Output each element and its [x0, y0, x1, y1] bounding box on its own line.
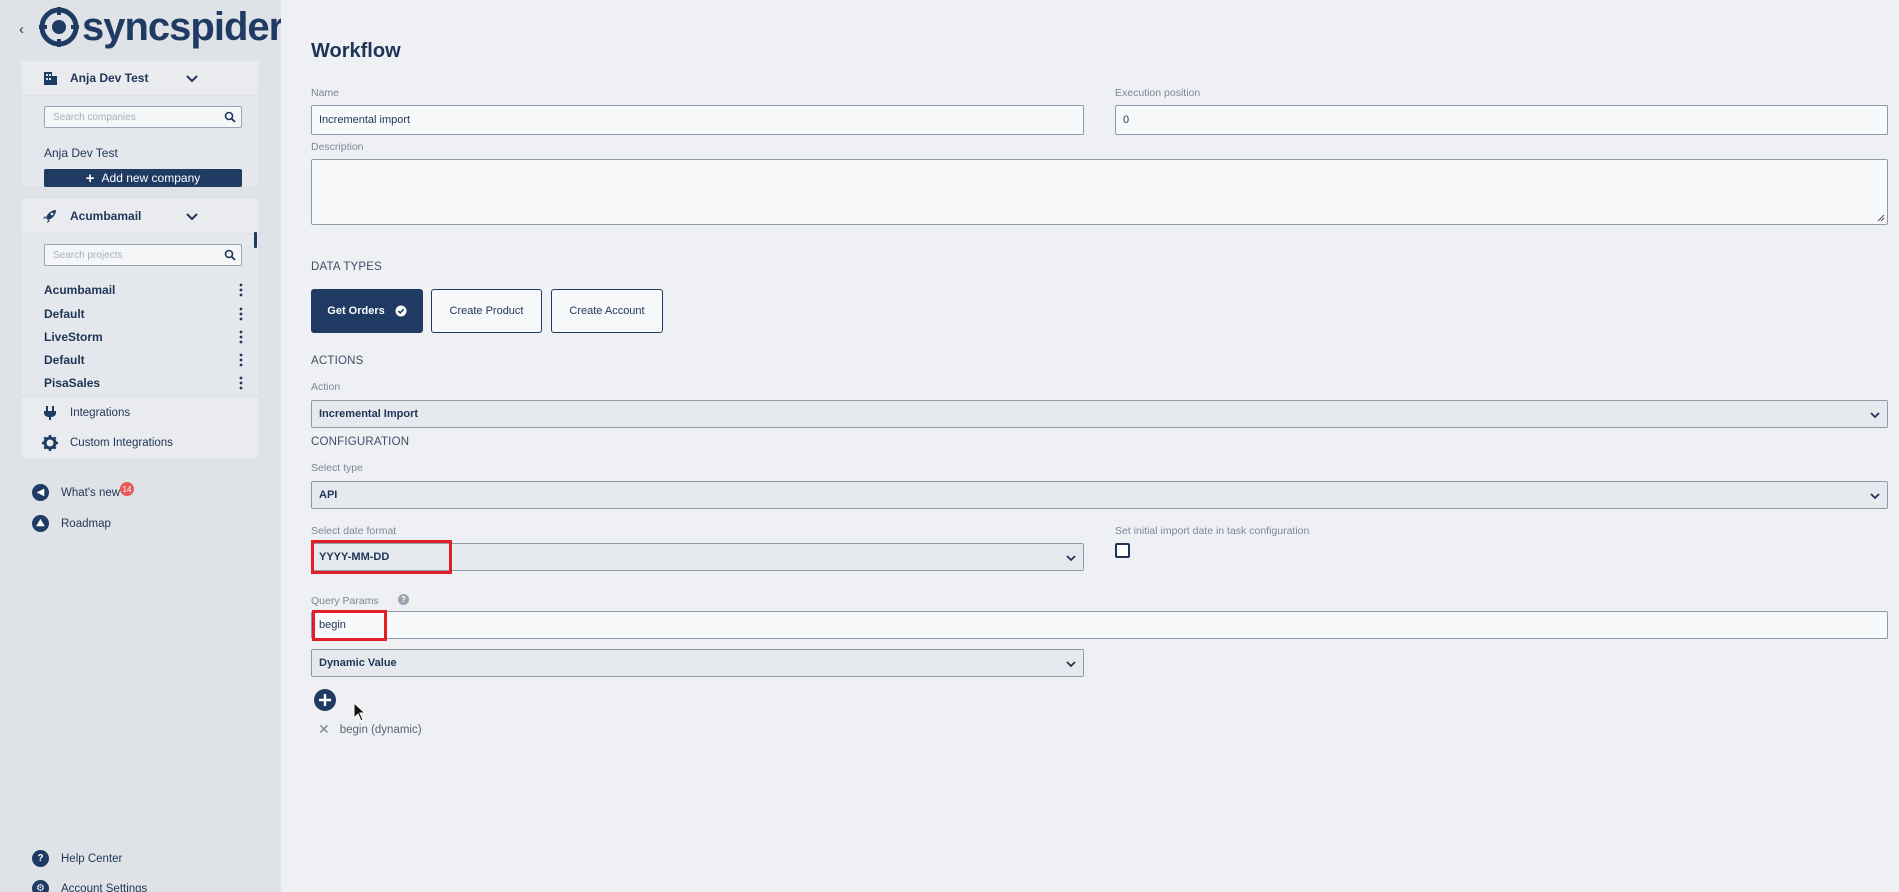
value-type-select[interactable]: Dynamic Value [311, 649, 1084, 677]
page-title: Workflow [311, 40, 401, 62]
added-param-tag: ✕ begin (dynamic) [318, 721, 422, 738]
project-item-default-2[interactable]: Default [44, 351, 244, 369]
close-icon[interactable]: ✕ [318, 721, 330, 738]
more-vertical-icon[interactable] [238, 330, 244, 344]
action-select[interactable]: Incremental Import [311, 400, 1888, 428]
project-search[interactable] [44, 244, 242, 266]
project-item-livestorm[interactable]: LiveStorm [44, 328, 244, 346]
megaphone-icon: ◀ [32, 484, 49, 501]
data-type-create-product[interactable]: Create Product [431, 289, 542, 333]
execution-position-input[interactable]: 0 [1115, 105, 1888, 135]
back-chevron-icon[interactable]: ‹ [19, 21, 24, 38]
question-icon: ? [32, 850, 49, 867]
query-param-input[interactable]: begin [311, 611, 1888, 639]
execution-position-label: Execution position [1115, 87, 1201, 99]
company-selector[interactable]: Anja Dev Test [22, 61, 258, 95]
configuration-heading: CONFIGURATION [311, 436, 410, 448]
sidebar: ‹ syncspider Anja Dev Test Anja Dev Test… [0, 0, 284, 892]
chevron-down-icon [186, 213, 198, 221]
logo-text: syncspider [82, 5, 284, 49]
company-search-input[interactable] [45, 107, 215, 128]
description-textarea[interactable] [311, 159, 1888, 225]
project-selector-label: Acumbamail [70, 209, 142, 223]
chevron-down-icon [1066, 555, 1076, 562]
project-scrollbar[interactable] [254, 232, 257, 248]
nav-custom-integrations[interactable]: Custom Integrations [42, 435, 173, 451]
mouse-cursor-icon [353, 702, 367, 722]
rocket-icon [43, 210, 56, 223]
project-item-default[interactable]: Default [44, 305, 244, 323]
data-type-create-account[interactable]: Create Account [551, 289, 663, 333]
workflow-editor: Workflow Name Incremental import Executi… [281, 0, 1899, 892]
select-type-select[interactable]: API [311, 481, 1888, 509]
nav-account-settings[interactable]: ⚙ Account Settings [32, 880, 147, 892]
description-label: Description [311, 141, 364, 153]
building-icon [44, 72, 57, 85]
company-search[interactable] [44, 106, 242, 128]
add-company-button[interactable]: + Add new company [44, 169, 242, 187]
plug-icon [44, 406, 56, 420]
whats-new-badge: 14 [120, 482, 134, 496]
more-vertical-icon[interactable] [238, 353, 244, 367]
chevron-down-icon [1870, 493, 1880, 500]
query-params-label: Query Params [311, 595, 379, 607]
spider-logo-icon [39, 7, 79, 47]
chevron-down-icon [1066, 661, 1076, 668]
data-type-get-orders[interactable]: Get Orders [311, 289, 423, 333]
more-vertical-icon[interactable] [238, 376, 244, 390]
actions-heading: ACTIONS [311, 355, 364, 367]
data-types-heading: DATA TYPES [311, 261, 383, 273]
project-item-pisasales[interactable]: PisaSales [44, 374, 244, 392]
project-search-input[interactable] [45, 245, 215, 266]
resize-grip-icon[interactable] [1877, 214, 1885, 222]
date-format-highlight [311, 540, 452, 574]
project-item-acumbamail[interactable]: Acumbamail [44, 281, 244, 299]
initial-import-checkbox[interactable] [1115, 543, 1130, 558]
more-vertical-icon[interactable] [238, 307, 244, 321]
date-format-label: Select date format [311, 525, 397, 537]
action-label: Action [311, 381, 341, 393]
add-param-button-icon[interactable] [314, 689, 336, 711]
chevron-down-icon [186, 75, 198, 83]
nav-integrations[interactable]: Integrations [42, 405, 130, 421]
search-icon[interactable] [224, 249, 236, 261]
more-vertical-icon[interactable] [238, 283, 244, 297]
search-icon[interactable] [224, 111, 236, 123]
select-type-label: Select type [311, 462, 363, 474]
nav-roadmap[interactable]: ⛰ Roadmap [32, 515, 111, 532]
company-selector-label: Anja Dev Test [70, 71, 149, 85]
gear-icon [42, 435, 58, 451]
account-gear-icon: ⚙ [32, 880, 49, 892]
initial-import-label: Set initial import date in task configur… [1115, 525, 1310, 537]
nav-help-center[interactable]: ? Help Center [32, 850, 122, 867]
query-param-highlight [312, 610, 387, 641]
chevron-down-icon [1870, 412, 1880, 419]
roadmap-icon: ⛰ [32, 515, 49, 532]
help-icon[interactable]: ? [398, 594, 409, 605]
name-label: Name [311, 87, 340, 99]
brand-logo[interactable]: syncspider [38, 5, 284, 49]
name-input[interactable]: Incremental import [311, 105, 1084, 135]
company-list-item[interactable]: Anja Dev Test [44, 146, 118, 160]
nav-whats-new[interactable]: ◀ What's new [32, 484, 120, 501]
project-selector[interactable]: Acumbamail [22, 199, 258, 233]
check-circle-icon [395, 305, 407, 317]
plus-icon: + [85, 169, 95, 187]
